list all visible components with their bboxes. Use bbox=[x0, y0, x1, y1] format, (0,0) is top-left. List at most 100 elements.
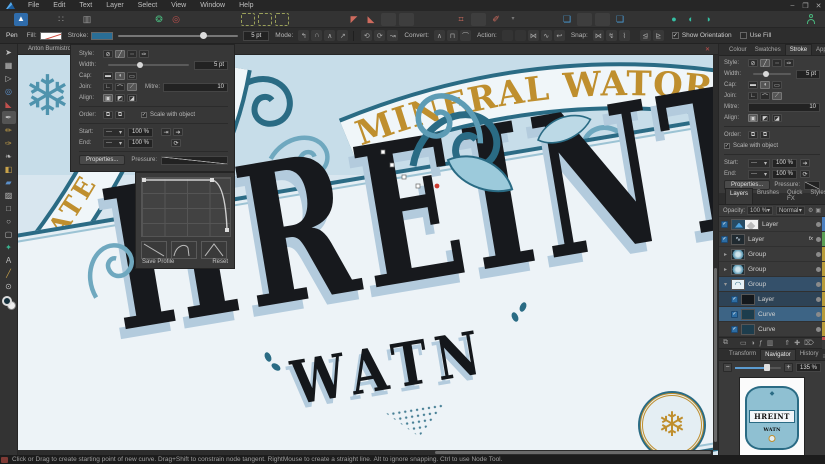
start-style-select[interactable]: —▾ bbox=[103, 128, 125, 137]
horizontal-scrollbar[interactable] bbox=[18, 450, 713, 455]
disabled-action[interactable] bbox=[515, 30, 526, 41]
width-field[interactable]: 5 pt bbox=[194, 61, 228, 70]
layer-row[interactable]: Group bbox=[719, 277, 825, 292]
layer-thumbnail[interactable] bbox=[731, 264, 745, 275]
visibility-toggle[interactable] bbox=[816, 237, 821, 242]
layer-thumbnail[interactable] bbox=[741, 324, 755, 335]
fill-front-icon[interactable]: ◣ bbox=[364, 13, 378, 26]
layer-row[interactable]: Layer bbox=[719, 292, 825, 307]
link-icon[interactable]: ⧉ bbox=[723, 339, 728, 347]
align-inside-button[interactable]: ◩ bbox=[115, 94, 125, 102]
mask-icon[interactable]: ▭ bbox=[740, 339, 747, 347]
cap-square-button[interactable]: ▭ bbox=[772, 81, 782, 89]
mitre-field[interactable]: 10 bbox=[163, 83, 228, 92]
stroke-tool[interactable]: ╱ bbox=[2, 267, 16, 280]
end-style-select[interactable]: —▾ bbox=[748, 170, 770, 179]
order-front-button[interactable]: ⧉ bbox=[748, 131, 758, 139]
layer-gutter[interactable] bbox=[721, 266, 730, 273]
reverse-curves-icon[interactable]: ↩ bbox=[554, 30, 565, 41]
join-curves-icon[interactable]: ⋈ bbox=[528, 30, 539, 41]
boolean-add-icon[interactable]: ● bbox=[667, 13, 681, 26]
panel-tab[interactable]: Stroke bbox=[785, 44, 812, 55]
menu-item[interactable]: Help bbox=[232, 2, 260, 9]
window-control-button[interactable]: ✕ bbox=[812, 2, 825, 10]
move-tool[interactable]: ➤ bbox=[2, 46, 16, 59]
menu-item[interactable]: Layer bbox=[99, 2, 131, 9]
move-up-icon[interactable]: ⇑ bbox=[784, 339, 790, 347]
visibility-toggle[interactable] bbox=[816, 222, 821, 227]
swap-ends-button[interactable]: ⟳ bbox=[171, 139, 181, 147]
account-icon[interactable] bbox=[806, 14, 817, 25]
snap-bounds-icon[interactable] bbox=[241, 13, 255, 26]
cap-butt-button[interactable]: ▬ bbox=[103, 72, 113, 80]
gear-icon[interactable]: ⚙ bbox=[808, 207, 813, 214]
layer-gutter[interactable] bbox=[721, 251, 730, 258]
cap-butt-button[interactable]: ▬ bbox=[748, 81, 758, 89]
transparency-tool[interactable]: ▨ bbox=[2, 189, 16, 202]
start-size-field[interactable]: 100 % bbox=[128, 128, 153, 137]
mitre-field[interactable]: 10 bbox=[748, 103, 820, 112]
menu-item[interactable]: Select bbox=[131, 2, 164, 9]
stroke-width-slider[interactable] bbox=[118, 35, 238, 37]
boolean-subtract-icon[interactable]: ◐ bbox=[684, 13, 698, 26]
layer-thumbnail[interactable] bbox=[741, 309, 755, 320]
add-to-curve-icon[interactable]: ↝ bbox=[387, 30, 398, 41]
rounded-rectangle-tool[interactable]: ▢ bbox=[2, 228, 16, 241]
pencil-tool[interactable]: ✏ bbox=[2, 124, 16, 137]
end-style-select[interactable]: —▾ bbox=[103, 139, 125, 148]
start-align-button[interactable]: ⇥ bbox=[161, 128, 171, 136]
insert-inside-icon[interactable]: ❏ bbox=[613, 13, 627, 26]
style-none-button[interactable]: ⊘ bbox=[103, 50, 113, 58]
order-front-button[interactable]: ⧉ bbox=[103, 111, 113, 119]
visibility-toggle[interactable] bbox=[816, 312, 821, 317]
pen-tool[interactable]: ✒ bbox=[2, 111, 16, 124]
snap-handles-icon[interactable]: ⊵ bbox=[653, 30, 664, 41]
preset-dome[interactable] bbox=[171, 241, 197, 259]
layer-gutter[interactable] bbox=[731, 326, 738, 333]
reset-button[interactable]: Reset bbox=[212, 259, 228, 265]
width-slider[interactable] bbox=[753, 73, 791, 75]
zoom-slider[interactable] bbox=[735, 367, 781, 369]
text-tool[interactable]: A bbox=[2, 254, 16, 267]
adjustment-icon[interactable]: ◑ bbox=[751, 340, 755, 347]
menu-item[interactable]: View bbox=[164, 2, 193, 9]
panel-tab[interactable]: Styles bbox=[806, 188, 825, 204]
style-dash-button[interactable]: ┄ bbox=[772, 59, 782, 67]
layer-thumbnail[interactable] bbox=[731, 234, 745, 245]
lock-icon[interactable]: ▣ bbox=[815, 207, 821, 214]
smooth-curve-icon[interactable]: ∿ bbox=[541, 30, 552, 41]
panel-tab[interactable]: History bbox=[796, 349, 823, 360]
menu-item[interactable]: File bbox=[21, 2, 46, 9]
panel-tab[interactable]: Appearance bbox=[812, 45, 825, 55]
layer-gutter[interactable] bbox=[731, 296, 738, 303]
snap-to-node-icon[interactable]: ⋈ bbox=[593, 30, 604, 41]
vertical-scrollbar[interactable] bbox=[713, 55, 718, 450]
shape-tool[interactable]: ✦ bbox=[2, 241, 16, 254]
insert-behind-icon[interactable]: ❏ bbox=[560, 13, 574, 26]
snap-off-curve-icon[interactable]: ↯ bbox=[606, 30, 617, 41]
preset-linear[interactable] bbox=[141, 241, 167, 259]
window-control-button[interactable]: ❐ bbox=[799, 2, 812, 10]
join-mitre-button[interactable]: ∟ bbox=[103, 83, 113, 91]
snap-grid-icon[interactable] bbox=[258, 13, 272, 26]
layer-thumbnail[interactable] bbox=[731, 249, 745, 260]
rubber-band-icon[interactable]: ⟳ bbox=[374, 30, 385, 41]
join-mitre-button[interactable]: ∟ bbox=[748, 92, 758, 100]
zoom-in-button[interactable]: + bbox=[784, 363, 793, 372]
dropdown-arrow-icon[interactable]: ▾ bbox=[506, 13, 520, 26]
panel-tab[interactable]: Layers bbox=[725, 188, 753, 204]
menu-item[interactable]: Edit bbox=[46, 2, 72, 9]
cap-round-button[interactable]: ◖ bbox=[760, 81, 770, 89]
zoom-level-field[interactable]: 135 % bbox=[796, 363, 821, 372]
join-round-button[interactable]: ⌒ bbox=[115, 83, 125, 91]
style-brush-button[interactable]: ✑ bbox=[784, 59, 794, 67]
end-size-field[interactable]: 100 % bbox=[772, 170, 797, 179]
paint-brush-tool[interactable]: ❧ bbox=[2, 150, 16, 163]
align-handles-icon[interactable]: ⊴ bbox=[640, 30, 651, 41]
swap-ends-button[interactable]: ⟳ bbox=[800, 170, 810, 178]
style-brush-button[interactable]: ✑ bbox=[139, 50, 149, 58]
style-dash-button[interactable]: ┄ bbox=[127, 50, 137, 58]
style-none-button[interactable]: ⊘ bbox=[748, 59, 758, 67]
blend-icon[interactable]: ▥ bbox=[767, 339, 774, 347]
rotate-icon[interactable]: ✐ bbox=[489, 13, 503, 26]
